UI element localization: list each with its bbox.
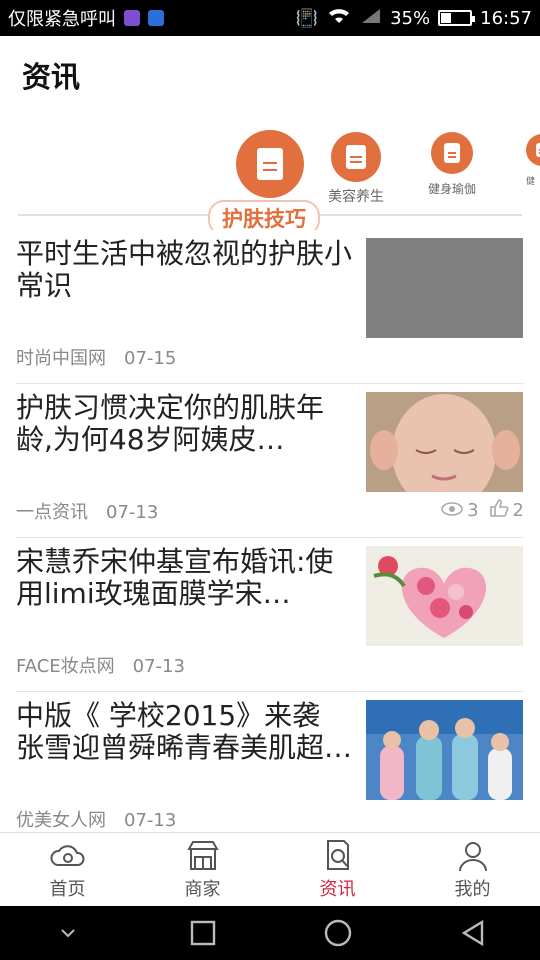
cloud-home-icon: [50, 844, 84, 866]
page-title: 资讯: [22, 60, 81, 94]
storefront-icon: [186, 840, 219, 870]
partial-category-icon: [526, 134, 540, 166]
category-strip[interactable]: 美容养生 健身瑜伽 健 护肤技巧: [0, 112, 540, 230]
eye-icon: [441, 500, 463, 521]
nav-item-news[interactable]: 资讯: [270, 833, 405, 906]
bottom-nav: 首页 商家 资讯 我的: [0, 832, 540, 906]
recent-apps-icon[interactable]: [186, 916, 220, 950]
nav-item-merchants[interactable]: 商家: [135, 833, 270, 906]
gallery-notification-icon: [124, 10, 140, 26]
view-count: 3: [467, 500, 479, 521]
article-source: 优美女人网: [16, 810, 106, 831]
article-date: 07-15: [124, 348, 177, 369]
home-circle-icon[interactable]: [321, 916, 355, 950]
article-thumbnail-rose-mask: [366, 546, 523, 646]
article-title: 平时生活中被忽视的护肤小常识: [16, 238, 353, 302]
wifi-icon: [326, 7, 352, 30]
nav-label: 我的: [454, 878, 491, 900]
article-meta: FACE妆点网 07-13: [16, 652, 185, 678]
article-meta: 优美女人网 07-13: [16, 806, 176, 832]
nav-label: 首页: [49, 878, 86, 900]
beauty-category-icon: [331, 132, 381, 182]
category-item-fitness[interactable]: 健身瑜伽: [428, 132, 476, 197]
nav-item-home[interactable]: 首页: [0, 833, 135, 906]
thumbs-up-icon[interactable]: [489, 498, 509, 523]
app-header: 资讯: [0, 36, 540, 112]
category-active[interactable]: [236, 130, 304, 198]
vibrate-icon: 📳: [295, 7, 319, 29]
article-item[interactable]: 护肤习惯决定你的肌肤年龄,为何48岁阿姨皮… 一点资讯 07-13 3 2: [16, 384, 524, 538]
battery-icon: [438, 10, 476, 26]
like-count: 2: [512, 500, 524, 521]
category-item-partial[interactable]: 健: [526, 134, 540, 187]
article-thumbnail-child: [366, 392, 523, 492]
category-label: 健: [526, 177, 536, 187]
article-date: 07-13: [132, 656, 185, 677]
article-meta: 一点资讯 07-13: [16, 498, 158, 524]
fitness-category-icon: [431, 132, 473, 174]
article-date: 07-13: [106, 502, 159, 523]
article-thumbnail-placeholder: [366, 238, 523, 338]
article-source: 时尚中国网: [16, 348, 106, 369]
carrier-text: 仅限紧急呼叫: [8, 9, 116, 30]
system-nav-bar: [0, 906, 540, 960]
category-label: 美容养生: [328, 189, 384, 205]
article-list: 平时生活中被忽视的护肤小常识 时尚中国网 07-15 护肤习惯决定你的肌肤年龄,为…: [0, 230, 540, 846]
signal-icon: [360, 7, 382, 30]
article-title: 护肤习惯决定你的肌肤年龄,为何48岁阿姨皮…: [16, 392, 325, 456]
article-title: 中版《 学校2015》来袭 张雪迎曾舜晞青春美肌超…: [16, 700, 353, 764]
article-source: 一点资讯: [16, 502, 88, 523]
article-title: 宋慧乔宋仲基宣布婚讯:使用limi玫瑰面膜学宋…: [16, 546, 334, 610]
article-thumbnail-drama-poster: [366, 700, 523, 800]
article-item[interactable]: 宋慧乔宋仲基宣布婚讯:使用limi玫瑰面膜学宋… FACE妆点网 07-13: [16, 538, 524, 692]
back-triangle-icon[interactable]: [456, 916, 490, 950]
nav-item-profile[interactable]: 我的: [405, 833, 540, 906]
battery-percent: 35%: [390, 7, 431, 29]
user-icon: [458, 841, 487, 871]
news-search-icon: [326, 839, 349, 870]
nav-label: 资讯: [319, 878, 356, 900]
skincare-category-icon: [236, 130, 304, 198]
article-meta: 时尚中国网 07-15: [16, 344, 176, 370]
app-notification-icon: [148, 10, 164, 26]
clock: 16:57: [480, 7, 532, 29]
article-date: 07-13: [124, 810, 177, 831]
status-bar: 仅限紧急呼叫 📳 35% 16:57: [0, 0, 540, 36]
category-item-beauty[interactable]: 美容养生: [328, 132, 384, 206]
category-label: 健身瑜伽: [428, 182, 477, 196]
article-source: FACE妆点网: [16, 656, 115, 677]
article-item[interactable]: 中版《 学校2015》来袭 张雪迎曾舜晞青春美肌超… 优美女人网 07-13: [16, 692, 524, 846]
article-item[interactable]: 平时生活中被忽视的护肤小常识 时尚中国网 07-15: [16, 230, 524, 384]
nav-label: 商家: [184, 878, 221, 900]
chevron-down-icon[interactable]: [51, 916, 85, 950]
active-category-label[interactable]: 护肤技巧: [208, 200, 320, 230]
article-stats: 3 2: [441, 498, 524, 523]
